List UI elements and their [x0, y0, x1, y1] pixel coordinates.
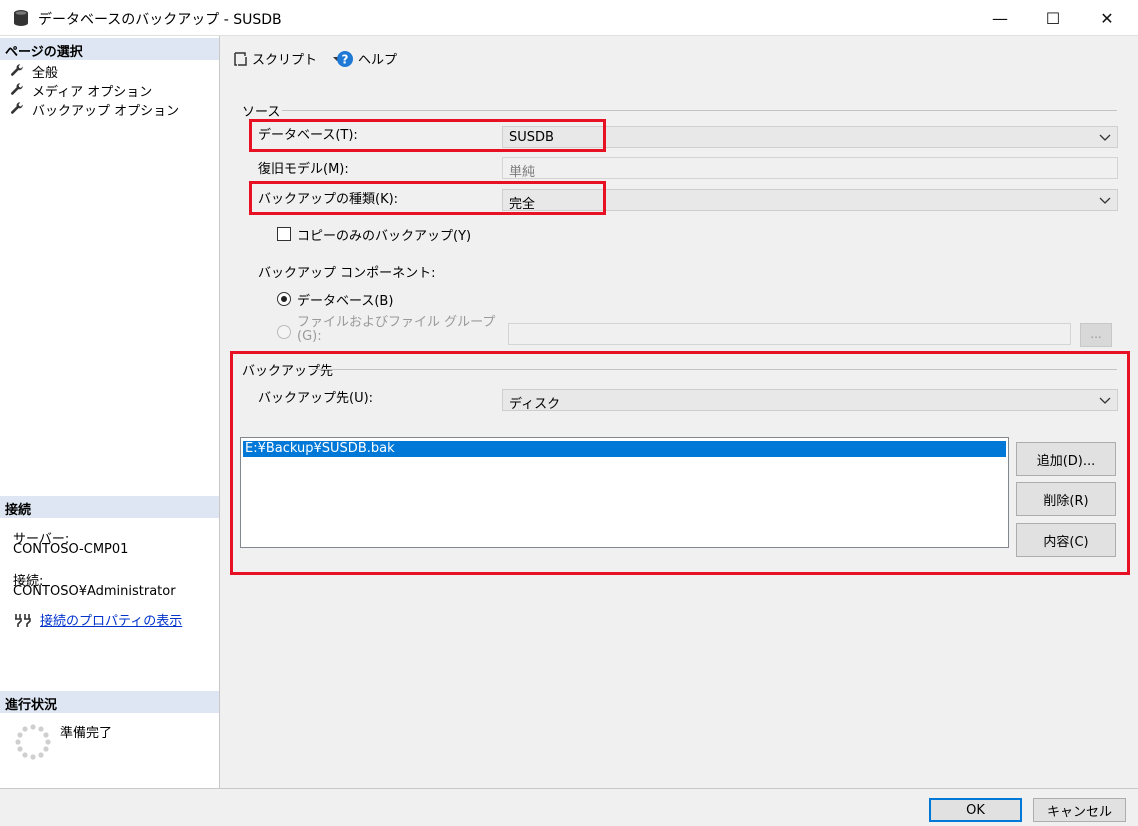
minimize-button[interactable]: — — [977, 0, 1023, 36]
nav-item-label: バックアップ オプション — [32, 103, 180, 119]
help-label: ヘルプ — [358, 53, 398, 68]
source-group-label: ソース — [242, 105, 281, 120]
progress-status: 準備完了 — [60, 726, 113, 741]
page-select-header: ページの選択 — [0, 38, 219, 60]
nav-item-backup-options[interactable]: バックアップ オプション — [10, 100, 180, 119]
source-group-line — [282, 110, 1117, 111]
server-value: CONTOSO-CMP01 — [13, 542, 129, 557]
connection-properties-link[interactable]: 接続のプロパティの表示 — [40, 610, 182, 629]
wrench-icon — [10, 102, 23, 114]
component-database-radio[interactable] — [277, 292, 291, 306]
svg-text:?: ? — [342, 52, 349, 66]
progress-header: 進行状況 — [0, 691, 219, 713]
component-files-label-line1: ファイルおよびファイル グループ — [297, 315, 496, 330]
chevron-down-icon — [1099, 197, 1111, 204]
highlight-database — [249, 119, 606, 152]
database-icon — [14, 10, 28, 26]
wrench-icon — [10, 83, 23, 95]
files-browse-button: ... — [1080, 323, 1112, 347]
script-button[interactable]: スクリプト — [232, 49, 345, 68]
script-icon — [234, 51, 247, 66]
recovery-model-field: 単純 — [502, 157, 1118, 180]
component-files-radio[interactable] — [277, 325, 291, 339]
component-database-label: データベース(B) — [297, 294, 394, 309]
cancel-button[interactable]: キャンセル — [1033, 798, 1126, 822]
nav-item-label: 全般 — [32, 65, 59, 81]
help-icon: ? — [337, 50, 353, 67]
component-files-label-line2: (G): — [297, 329, 322, 344]
highlight-destination — [230, 351, 1130, 575]
maximize-button[interactable]: ☐ — [1030, 0, 1076, 36]
progress-spinner-icon — [15, 724, 51, 760]
nav-item-label: メディア オプション — [32, 84, 153, 100]
title-bar: データベースのバックアップ - SUSDB — ☐ ✕ — [0, 0, 1138, 36]
nav-item-general[interactable]: 全般 — [10, 62, 59, 81]
recovery-model-label: 復旧モデル(M): — [258, 162, 349, 177]
nav-item-media-options[interactable]: メディア オプション — [10, 81, 153, 100]
script-label: スクリプト — [252, 53, 318, 68]
connection-properties-icon — [15, 614, 31, 627]
copy-only-label: コピーのみのバックアップ(Y) — [297, 229, 472, 244]
chevron-down-icon — [1099, 134, 1111, 141]
wrench-icon — [10, 64, 23, 76]
recovery-model-value: 単純 — [509, 165, 536, 180]
connection-header: 接続 — [0, 496, 219, 518]
window-title: データベースのバックアップ - SUSDB — [38, 12, 282, 28]
ok-button[interactable]: OK — [929, 798, 1022, 822]
close-button[interactable]: ✕ — [1084, 0, 1130, 36]
copy-only-checkbox[interactable] — [277, 227, 291, 241]
highlight-backup-type — [249, 181, 606, 215]
connection-value: CONTOSO¥Administrator — [13, 584, 176, 599]
component-files-label: ファイルおよびファイル グループ (G): — [297, 316, 495, 344]
toolbar: スクリプト ? ヘルプ — [222, 36, 1138, 84]
help-button[interactable]: ? ヘルプ — [336, 49, 397, 68]
backup-component-label: バックアップ コンポーネント: — [258, 266, 436, 281]
files-field — [508, 323, 1071, 345]
left-panel: ページの選択 全般 メディア オプション バックアップ オプション 接続 サーバ… — [0, 36, 220, 788]
